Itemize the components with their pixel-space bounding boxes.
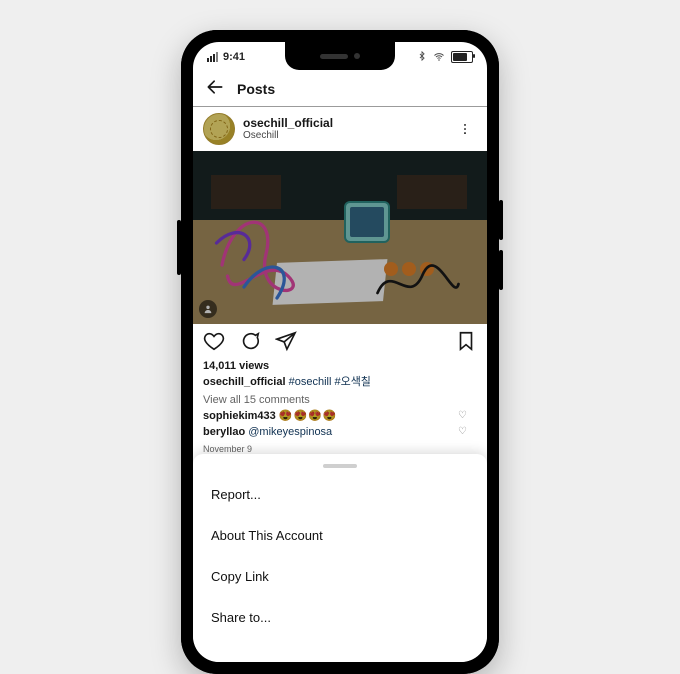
sheet-item-copy-link[interactable]: Copy Link (193, 556, 487, 597)
comment-row-2[interactable]: beryllao @mikeyespinosa ♡ (203, 425, 477, 441)
comment-like-icon[interactable]: ♡ (458, 425, 467, 440)
back-button[interactable] (205, 77, 225, 102)
caption-hashtags: #osechill #오색칠 (289, 376, 371, 388)
sheet-grabber[interactable] (323, 464, 357, 468)
comment-button[interactable] (239, 330, 261, 357)
comment-row-1[interactable]: sophiekim433 😍😍😍😍 ♡ (203, 409, 477, 425)
wifi-icon (433, 51, 445, 63)
post-username: osechill_official (243, 117, 333, 130)
status-right (417, 51, 473, 64)
share-button[interactable] (275, 330, 297, 357)
image-scribble-2 (373, 254, 463, 314)
like-button[interactable] (203, 330, 225, 357)
save-button[interactable] (455, 330, 477, 357)
post-image[interactable] (193, 151, 487, 324)
navbar: Posts (193, 72, 487, 107)
post-meta: 14,011 views osechill_official #osechill… (193, 359, 487, 462)
stage: 9:41 (0, 0, 680, 597)
status-bar: 9:41 (193, 42, 487, 72)
volume-up-button (499, 200, 503, 240)
phone-frame: 9:41 (181, 30, 499, 674)
comment-icon (239, 330, 261, 352)
send-icon (275, 330, 297, 352)
post-actions (193, 324, 487, 359)
more-options-button[interactable] (453, 117, 477, 141)
tagged-people-icon[interactable] (199, 300, 217, 318)
post-subtitle: Osechill (243, 130, 333, 141)
caption-username: osechill_official (203, 376, 286, 388)
status-left: 9:41 (207, 51, 245, 63)
image-scribble-1 (211, 199, 321, 309)
status-time: 9:41 (223, 51, 245, 63)
comment2-mention: @mikeyespinosa (248, 426, 332, 438)
sheet-item-report[interactable]: Report... (193, 474, 487, 515)
bluetooth-icon (417, 51, 427, 64)
battery-icon (451, 51, 473, 63)
navbar-title: Posts (237, 81, 275, 97)
avatar[interactable] (203, 113, 235, 145)
bookmark-icon (455, 330, 477, 352)
volume-down-button (499, 250, 503, 290)
image-tv (346, 203, 388, 241)
power-button (177, 220, 181, 275)
view-all-comments[interactable]: View all 15 comments (203, 393, 477, 409)
app-content: 9:41 (193, 42, 487, 662)
post-header-text[interactable]: osechill_official Osechill (243, 117, 333, 141)
post-caption[interactable]: osechill_official #osechill #오색칠 (203, 375, 477, 391)
post-views[interactable]: 14,011 views (203, 359, 477, 375)
cell-signal-icon (207, 52, 218, 62)
background-dimmed: 9:41 (193, 42, 487, 506)
screen: 9:41 (193, 42, 487, 662)
sheet-item-share-to[interactable]: Share to... (193, 597, 487, 638)
post-header: osechill_official Osechill (193, 107, 487, 151)
comment-like-icon[interactable]: ♡ (458, 409, 467, 424)
comment1-username: sophiekim433 (203, 410, 276, 422)
comment2-username: beryllao (203, 426, 245, 438)
action-sheet: Report... About This Account Copy Link S… (193, 454, 487, 662)
comment1-text: 😍😍😍😍 (279, 410, 338, 422)
sheet-item-about-account[interactable]: About This Account (193, 515, 487, 556)
heart-icon (203, 330, 225, 352)
